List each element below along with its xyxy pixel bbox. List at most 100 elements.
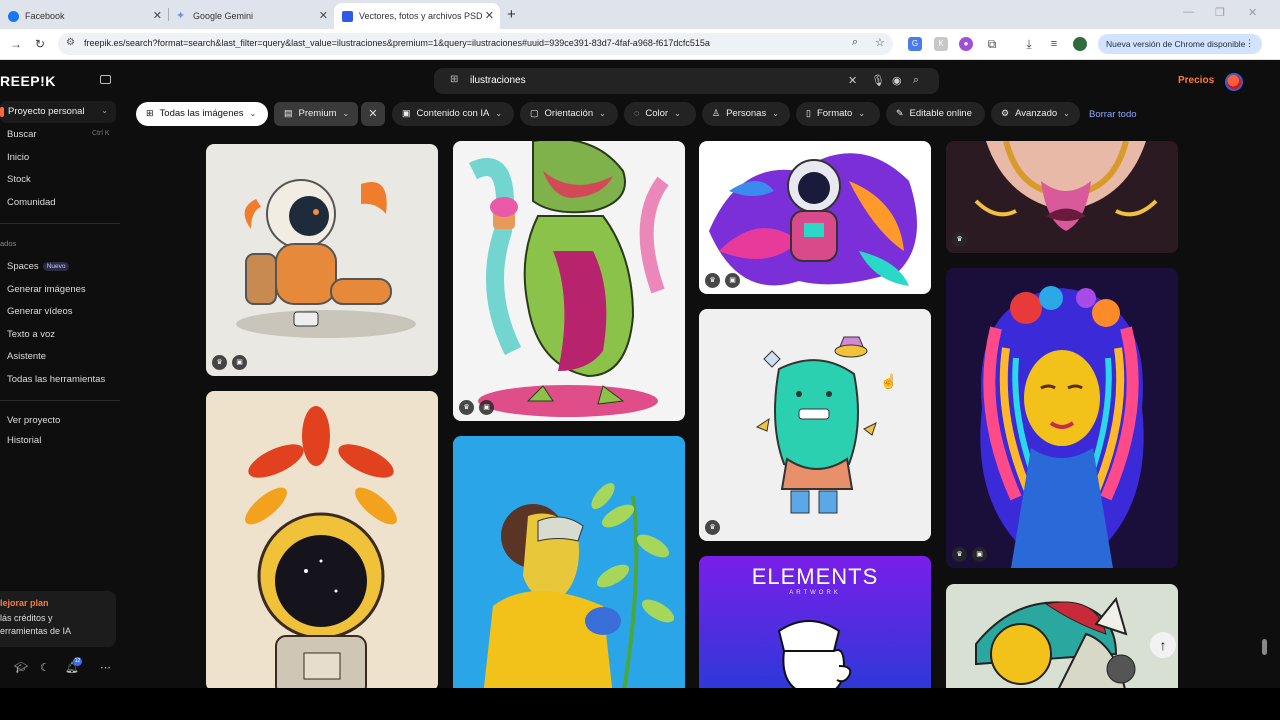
browser-toolbar: → ↻ ⚙ freepik.es/search?format=search&la… [0,29,1280,60]
image-card-cat-helmet[interactable] [946,584,1178,688]
more-options-icon[interactable]: ⋯ [100,661,111,674]
tab-facebook[interactable]: Facebook ✕ [0,3,168,29]
sidebar-divider [0,400,120,401]
sidebar-item-todas-herramientas[interactable]: Todas las herramientas [7,374,105,385]
close-icon[interactable]: ✕ [319,9,328,22]
bookmark-star-icon[interactable]: ☆ [875,36,885,49]
astronaut-flowers-illustration [245,406,397,688]
url-text: freepik.es/search?format=search&last_fil… [84,38,710,48]
file-icon: ▯ [806,108,811,118]
filter-people[interactable]: ♙ Personas ⌄ [702,102,790,126]
sidebar-item-historial[interactable]: Historial [7,435,41,446]
profile-avatar[interactable] [1073,37,1087,51]
upgrade-plan-card[interactable]: lejorar plan lás créditos y erramientas … [0,591,116,647]
project-selector[interactable]: Proyecto personal ⌄ [0,101,116,123]
filter-label: Todas las imágenes [159,108,244,119]
clear-icon[interactable]: ✕ [848,74,857,87]
image-card-psychedelic-woman[interactable]: ♛ ▣ [946,268,1178,568]
scroll-to-top-button[interactable]: ↑ [1150,632,1176,658]
filter-label: Premium [298,108,337,119]
sidebar-item-asistente[interactable]: Asistente [7,351,46,362]
image-card-astronaut-flowers[interactable] [206,391,438,688]
image-card-woman-portrait-top[interactable]: ♛ [946,141,1178,253]
filter-orientation[interactable]: ▢ Orientación ⌄ [520,102,618,126]
search-icon[interactable]: ⌕ [913,74,919,87]
sidebar-toggle-icon[interactable] [100,75,111,84]
site-info-icon[interactable]: ⚙ [66,37,75,48]
freepik-logo[interactable]: REEP!K [0,73,56,89]
filter-label: Color [645,108,669,119]
download-icon[interactable]: ⤓ [1022,37,1036,51]
image-card-dinosaur[interactable]: ♛ ▣ [453,141,685,421]
sidebar-item-texto-a-voz[interactable]: Texto a voz [7,329,55,340]
close-window-icon[interactable]: ✕ [1248,6,1257,19]
camera-search-icon[interactable]: ◉ [892,74,902,87]
reload-icon[interactable]: ↻ [35,37,45,51]
filter-format[interactable]: ▯ Formato ⌄ [796,102,880,126]
card-badges: ♛ ▣ [952,547,987,562]
sidebar-item-stock[interactable]: Stock [7,174,31,185]
remove-premium-filter-icon[interactable]: ✕ [361,102,385,126]
image-card-astronaut-colorful[interactable]: ♛ ▣ [699,141,931,294]
translate-extension-icon[interactable]: G [908,37,922,51]
clear-all-filters-link[interactable]: Borrar todo [1089,109,1137,120]
media-queue-icon[interactable]: ≡ [1047,37,1061,51]
scrollbar-thumb[interactable] [1262,639,1267,655]
image-card-cactus-character[interactable]: ♛ [699,309,931,541]
filter-advanced[interactable]: ⚙ Avanzado ⌄ [991,102,1080,126]
filter-color[interactable]: ◌ Color ⌄ [624,102,696,126]
graduation-cap-icon[interactable]: 🎓︎ [14,661,28,674]
card-badges: ♛ ▣ [459,400,494,415]
pricing-link[interactable]: Precios [1178,75,1214,86]
search-bar[interactable]: ⊞ ilustraciones ✕ 🎙︎ ◉ ⌕ [434,68,939,94]
project-color-dot [0,107,4,117]
chevron-down-icon: ⌄ [772,109,779,118]
image-card-woman-plant[interactable] [453,436,685,688]
microphone-icon[interactable]: 🎙︎ [871,74,885,87]
tab-gemini[interactable]: ✦ Google Gemini ✕ [168,3,334,29]
filter-premium[interactable]: ▤ Premium ⌄ [274,102,358,126]
search-input[interactable]: ilustraciones [470,75,526,86]
grid-icon: ⊞ [146,108,154,118]
freepik-favicon-icon [342,10,353,22]
grid-icon: ⊞ [450,74,459,85]
tab-freepik[interactable]: Vectores, fotos y archivos PSD ✕ [334,3,500,29]
forward-icon[interactable]: → [10,37,22,51]
artwork-subtitle: ARTWORK [789,590,841,596]
sidebar-item-inicio[interactable]: Inicio [7,152,29,163]
zoom-icon[interactable]: ⌕ [852,36,858,49]
crown-icon: ♛ [705,520,720,535]
kebab-menu-icon[interactable]: ⋮ [1245,38,1254,49]
sidebar-item-ver-proyecto[interactable]: Ver proyecto [7,415,60,426]
sidebar-item-generar-videos[interactable]: Generar vídeos [7,306,72,317]
user-avatar[interactable] [1225,73,1243,91]
new-tab-icon[interactable]: + [507,6,516,23]
extension-icon[interactable]: K [934,37,948,51]
freepik-app: REEP!K Proyecto personal ⌄ Buscar Ctrl K… [0,61,1280,688]
sidebar-item-generar-imagenes[interactable]: Generar imágenes [7,284,86,295]
chevron-down-icon: ⌄ [249,109,257,118]
filter-all-images[interactable]: ⊞ Todas las imágenes ⌄ [136,102,268,126]
chevron-down-icon: ⌄ [599,109,606,118]
filter-editable-online[interactable]: ✎ Editable online [886,102,985,126]
image-card-elements-artwork[interactable]: ELEMENTS ARTWORK [699,556,931,688]
card-badges: ♛ ▣ [212,355,247,370]
extension-icon[interactable]: ● [959,37,973,51]
woman-portrait-illustration [974,141,1158,231]
sidebar-item-comunidad[interactable]: Comunidad [7,197,56,208]
maximize-icon[interactable]: ❐ [1215,6,1225,19]
chrome-update-button[interactable]: Nueva versión de Chrome disponible ⋮ [1098,34,1262,54]
crown-icon: ♛ [212,355,227,370]
address-bar[interactable]: ⚙ freepik.es/search?format=search&last_f… [58,33,893,55]
moon-icon[interactable]: ☾ [40,661,50,674]
close-icon[interactable]: ✕ [485,9,494,22]
close-icon[interactable]: ✕ [153,9,162,22]
puzzle-extensions-icon[interactable]: ⧉ [985,37,999,51]
minimize-icon[interactable]: — [1183,6,1194,18]
sidebar-item-buscar[interactable]: Buscar [7,129,37,140]
results-grid: ♛ ▣ ♛ ▣ ♛ ▣ ♛ ELEMENTS ARTWORK ♛ ♛ ▣ [126,141,1260,688]
filter-ai-content[interactable]: ▣ Contenido con IA ⌄ [392,102,514,126]
image-card-astronaut-sitting[interactable]: ♛ ▣ [206,144,438,376]
sidebar-section-heading: ados [0,239,17,248]
sidebar-item-spaces[interactable]: Spaces Nuevo [7,261,70,272]
